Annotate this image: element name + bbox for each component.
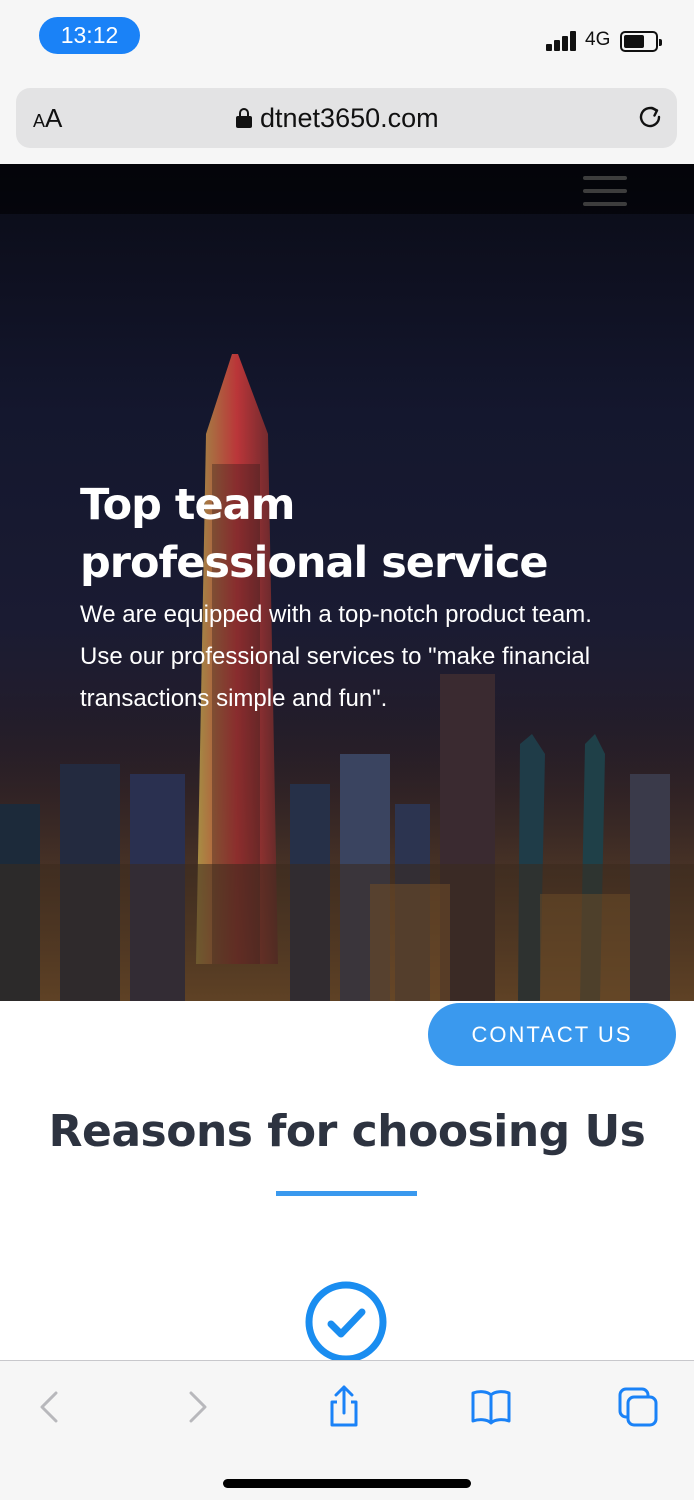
section-title: Reasons for choosing Us — [48, 1106, 646, 1157]
lock-icon — [236, 108, 252, 128]
text-size-button[interactable]: AA — [33, 103, 62, 134]
url-text: dtnet3650.com — [260, 102, 439, 133]
hero-title: Top team professional service — [80, 480, 549, 588]
status-bar: 13:12 4G — [0, 0, 694, 80]
hero-description: We are equipped with a top-notch product… — [80, 601, 592, 712]
url-field[interactable]: dtnet3650.com — [236, 102, 439, 134]
back-icon[interactable] — [25, 1383, 73, 1431]
tabs-icon[interactable] — [614, 1383, 662, 1431]
hamburger-menu-icon[interactable] — [583, 176, 627, 206]
network-type: 4G — [585, 29, 611, 50]
home-indicator — [223, 1479, 471, 1488]
signal-strength-icon — [546, 31, 578, 51]
content-section: CONTACT US Reasons for choosing Us — [0, 1001, 694, 1363]
battery-icon — [620, 31, 662, 52]
reload-icon[interactable] — [635, 102, 665, 132]
address-bar[interactable]: AA dtnet3650.com — [16, 88, 677, 148]
bookmarks-icon[interactable] — [467, 1383, 515, 1431]
share-icon[interactable] — [320, 1383, 368, 1431]
checkmark-circle-icon — [305, 1281, 387, 1363]
hero-text: Top team professional service We are equ… — [80, 476, 620, 720]
title-divider — [276, 1191, 417, 1196]
hero-banner: Top team professional service We are equ… — [0, 164, 694, 1001]
forward-icon[interactable] — [174, 1383, 222, 1431]
browser-toolbar — [0, 1360, 694, 1500]
contact-us-button[interactable]: CONTACT US — [428, 1003, 676, 1066]
site-header — [0, 164, 694, 214]
status-time: 13:12 — [39, 17, 140, 54]
